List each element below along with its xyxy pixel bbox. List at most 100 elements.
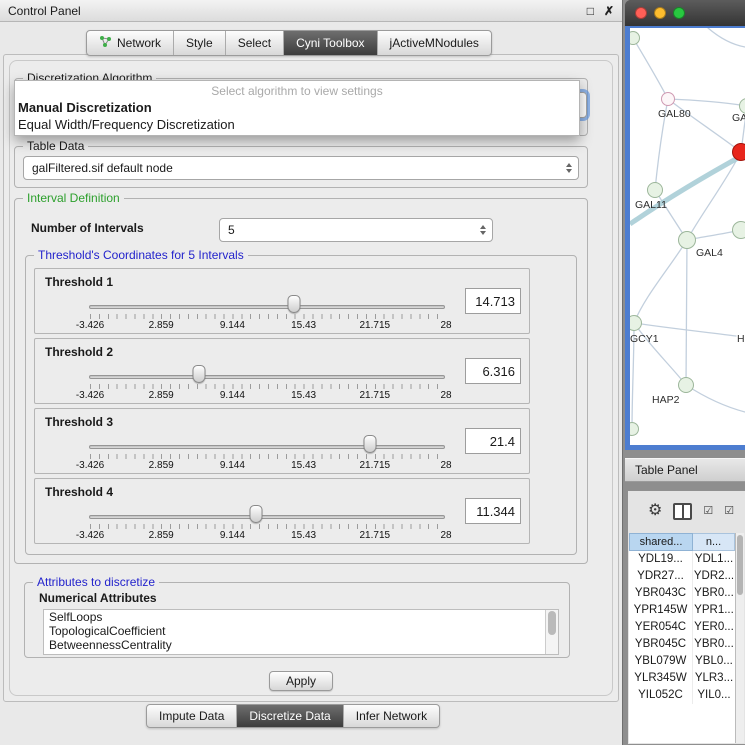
threshold-1-panel: Threshold 1 -3.426 2.859 9.144 15.43 21.… [34, 268, 530, 334]
table-row[interactable]: YDR27...YDR2... [629, 568, 735, 585]
close-window-icon[interactable]: ✗ [604, 5, 614, 17]
attribute-list-item[interactable]: BetweennessCentrality [44, 638, 558, 652]
network-node[interactable] [678, 377, 694, 393]
dropdown-option-equal-width-frequency[interactable]: Equal Width/Frequency Discretization [15, 116, 579, 133]
table-cell[interactable]: YPR145W [629, 602, 693, 619]
network-node[interactable] [625, 422, 639, 436]
table-cell[interactable]: YER054C [629, 619, 693, 636]
table-scrollbar-thumb[interactable] [737, 535, 743, 595]
table-cell[interactable]: YPR1... [693, 602, 735, 619]
table-row[interactable]: YIL052CYIL0... [629, 687, 735, 704]
table-cell[interactable]: YDL19... [629, 551, 693, 568]
table-row[interactable]: YBR043CYBR0... [629, 585, 735, 602]
tick-label: 28 [440, 460, 451, 471]
table-cell[interactable]: YDR27... [629, 568, 693, 585]
slider-thumb[interactable] [193, 365, 206, 383]
table-row[interactable]: YER054CYER0... [629, 619, 735, 636]
table-cell[interactable]: YBR0... [693, 636, 735, 653]
slider-thumb[interactable] [288, 295, 301, 313]
table-cell[interactable]: YBR045C [629, 636, 693, 653]
table-cell[interactable]: YLR345W [629, 670, 693, 687]
table-cell[interactable]: YDL1... [693, 551, 735, 568]
attributes-scrollbar-thumb[interactable] [548, 611, 556, 635]
slider-tick-labels: -3.426 2.859 9.144 15.43 21.715 28 [90, 530, 446, 542]
table-cell[interactable]: YBL079W [629, 653, 693, 670]
network-node[interactable] [626, 31, 640, 45]
table-cell[interactable]: YBR043C [629, 585, 693, 602]
dropdown-option-manual-discretization[interactable]: Manual Discretization [15, 99, 579, 116]
threshold-label: Threshold 4 [45, 485, 113, 499]
network-node[interactable] [732, 221, 745, 239]
tick-label: -3.426 [76, 390, 104, 401]
table-row[interactable]: YPR145WYPR1... [629, 602, 735, 619]
tab-label: Discretize Data [249, 709, 330, 723]
control-panel-titlebar: Control Panel □ ✗ [0, 0, 622, 22]
column-header-shared-name[interactable]: shared... [629, 533, 693, 551]
tab-cyni-toolbox[interactable]: Cyni Toolbox [283, 31, 376, 55]
slider-tickmarks [90, 384, 446, 389]
network-node-label: GA [732, 112, 745, 124]
threshold-label: Threshold 2 [45, 345, 113, 359]
threshold-value-field[interactable]: 6.316 [465, 358, 521, 384]
network-node[interactable] [678, 231, 696, 249]
table-row[interactable]: YLR345WYLR3... [629, 670, 735, 687]
threshold-3-panel: Threshold 3 -3.426 2.859 9.144 15.43 21.… [34, 408, 530, 474]
tab-network[interactable]: Network [87, 31, 173, 55]
table-row[interactable]: YBR045CYBR0... [629, 636, 735, 653]
checkbox-icon[interactable]: ☑ [703, 506, 713, 517]
interval-definition-group: Interval Definition Number of Intervals … [14, 198, 588, 564]
table-cell[interactable]: YBL0... [693, 653, 735, 670]
zoom-traffic-light[interactable] [673, 7, 685, 19]
number-of-intervals-combobox[interactable]: 5 [219, 218, 493, 242]
network-canvas[interactable]: GAL80GAGAL11GAL4GCY1HHAP2 [625, 26, 745, 450]
network-node[interactable] [626, 315, 642, 331]
threshold-value-field[interactable]: 14.713 [465, 288, 521, 314]
float-window-icon[interactable]: □ [587, 5, 594, 17]
tick-label: -3.426 [76, 320, 104, 331]
network-node[interactable] [732, 143, 745, 161]
threshold-value-field[interactable]: 11.344 [465, 498, 521, 524]
tab-impute-data[interactable]: Impute Data [147, 705, 236, 727]
network-icon [99, 35, 112, 51]
threshold-value-field[interactable]: 21.4 [465, 428, 521, 454]
attribute-list-item[interactable]: TopologicalCoefficient [44, 624, 558, 638]
columns-icon[interactable] [673, 503, 692, 520]
attributes-scrollbar[interactable] [545, 610, 558, 654]
attribute-list-item[interactable]: SelfLoops [44, 610, 558, 624]
tab-select[interactable]: Select [225, 31, 283, 55]
tab-infer-network[interactable]: Infer Network [343, 705, 439, 727]
tab-label: jActiveMNodules [390, 36, 479, 50]
network-node-label: GAL4 [696, 247, 723, 259]
table-scrollbar[interactable] [735, 533, 744, 743]
tab-label: Style [186, 36, 213, 50]
slider-thumb[interactable] [250, 505, 263, 523]
network-node[interactable] [647, 182, 663, 198]
apply-button[interactable]: Apply [269, 671, 333, 691]
minimize-traffic-light[interactable] [654, 7, 666, 19]
network-node[interactable] [661, 92, 675, 106]
table-cell[interactable]: YIL0... [693, 687, 735, 704]
table-row[interactable]: YBL079WYBL0... [629, 653, 735, 670]
table-cell[interactable]: YLR3... [693, 670, 735, 687]
table-cell[interactable]: YER0... [693, 619, 735, 636]
checkbox-icon[interactable]: ☑ [724, 506, 734, 517]
close-traffic-light[interactable] [635, 7, 647, 19]
tick-label: -3.426 [76, 460, 104, 471]
threshold-4-panel: Threshold 4 -3.426 2.859 9.144 15.43 21.… [34, 478, 530, 544]
tab-jactivemnodules[interactable]: jActiveMNodules [377, 31, 491, 55]
table-panel-title: Table Panel [635, 463, 698, 477]
column-header-name[interactable]: n... [693, 533, 735, 551]
tab-style[interactable]: Style [173, 31, 225, 55]
tick-label: 21.715 [360, 320, 391, 331]
table-row[interactable]: YDL19...YDL1... [629, 551, 735, 568]
slider-thumb[interactable] [364, 435, 377, 453]
numerical-attributes-list[interactable]: SelfLoopsTopologicalCoefficientBetweenne… [43, 609, 559, 655]
gear-icon[interactable]: ⚙ [648, 503, 662, 519]
table-cell[interactable]: YDR2... [693, 568, 735, 585]
tick-label: 28 [440, 320, 451, 331]
table-cell[interactable]: YIL052C [629, 687, 693, 704]
combo-value: 5 [228, 223, 235, 237]
tab-discretize-data[interactable]: Discretize Data [236, 705, 342, 727]
table-data-combobox[interactable]: galFiltered.sif default node [23, 156, 579, 180]
table-cell[interactable]: YBR0... [693, 585, 735, 602]
